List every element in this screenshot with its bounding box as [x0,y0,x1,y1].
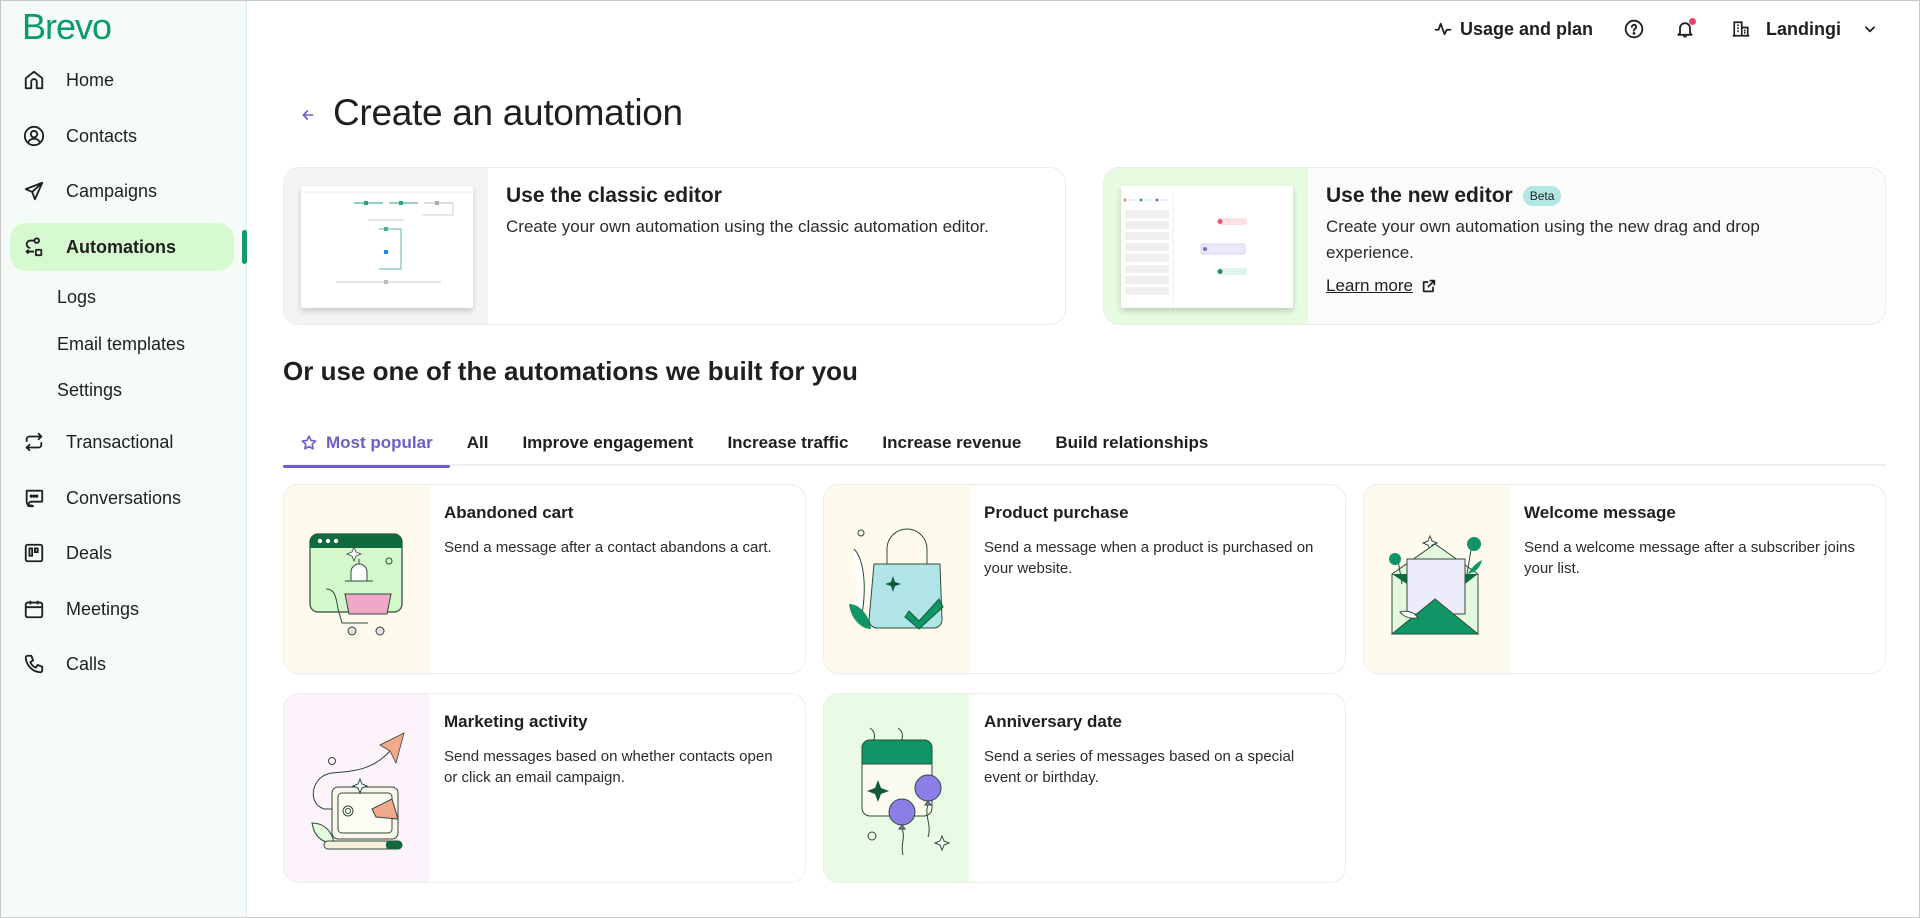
sidebar-item-home[interactable]: Home [10,56,234,104]
classic-editor-preview [284,168,488,324]
back-button[interactable] [296,103,320,127]
sidebar-item-conversations[interactable]: Conversations [10,474,234,522]
automation-card-anniversary-date[interactable]: Anniversary date Send a series of messag… [823,693,1346,883]
classic-editor-title: Use the classic editor [506,184,722,207]
sidebar-subitem-settings[interactable]: Settings [57,380,122,401]
calendar-balloons-illustration-icon [824,694,969,882]
send-icon [22,179,46,203]
tab-all[interactable]: All [450,420,506,466]
active-indicator [242,230,247,264]
deals-icon [22,541,46,565]
account-menu[interactable]: Landingi [1732,16,1877,42]
automations-icon [22,235,46,259]
sidebar-item-transactional[interactable]: Transactional [10,418,234,466]
learn-more-link[interactable]: Learn more [1326,276,1437,296]
envelope-illustration-icon [1364,485,1509,673]
card-title: Product purchase [984,503,1129,522]
sidebar-item-label: Campaigns [66,180,158,201]
sidebar-item-label: Conversations [66,487,182,508]
sidebar-item-label: Contacts [66,125,138,146]
card-description: Send messages based on whether contacts … [444,748,773,786]
transactional-icon [22,430,46,454]
star-icon [300,434,318,452]
sidebar-item-label: Home [66,69,115,90]
conversations-icon [22,486,46,510]
sidebar-item-label: Deals [66,542,113,563]
card-description: Send a message when a product is purchas… [984,539,1314,577]
home-icon [22,68,46,92]
shopping-bag-illustration-icon [824,485,969,673]
contacts-icon [22,124,46,148]
phone-icon [22,652,46,676]
section-title: Or use one of the automations we built f… [283,356,858,386]
category-tabs: Most popular All Improve engagement Incr… [283,420,1886,468]
sidebar-item-deals[interactable]: Deals [10,529,234,577]
usage-and-plan-button[interactable]: Usage and plan [1434,16,1593,42]
sidebar-item-label: Automations [66,236,176,257]
help-button[interactable] [1624,16,1644,42]
notification-dot [1689,18,1696,25]
sidebar-item-calls[interactable]: Calls [10,640,234,688]
card-title: Abandoned cart [444,503,574,522]
tab-most-popular[interactable]: Most popular [283,420,450,468]
sidebar-item-campaigns[interactable]: Campaigns [10,167,234,215]
new-editor-preview [1104,168,1308,324]
tab-increase-traffic[interactable]: Increase traffic [710,420,865,466]
sidebar-subitem-logs[interactable]: Logs [57,287,96,308]
calendar-icon [22,597,46,621]
classic-editor-description: Create your own automation using the cla… [506,217,989,236]
learn-more-label: Learn more [1326,276,1413,295]
sidebar-item-label: Transactional [66,431,174,452]
tab-label: Most popular [326,433,433,452]
sidebar-subitem-email-templates[interactable]: Email templates [57,334,185,355]
brevo-logo[interactable]: Brevo [22,6,112,48]
sidebar-item-label: Calls [66,653,107,674]
card-description: Send a welcome message after a subscribe… [1524,539,1855,577]
building-icon [1732,20,1750,38]
chevron-down-icon [1863,22,1877,36]
activity-icon [1434,20,1452,38]
sidebar-item-label: Meetings [66,598,140,619]
usage-label: Usage and plan [1460,18,1594,39]
new-editor-title: Use the new editor Beta [1326,184,1846,208]
tab-improve-engagement[interactable]: Improve engagement [505,420,710,466]
cart-illustration-icon [284,485,429,673]
notifications-button[interactable] [1675,16,1696,42]
page-title: Create an automation [333,92,683,133]
tab-increase-revenue[interactable]: Increase revenue [865,420,1038,466]
automation-card-abandoned-cart[interactable]: Abandoned cart Send a message after a co… [283,484,806,674]
beta-badge: Beta [1522,186,1562,206]
card-title: Marketing activity [444,712,588,731]
card-title: Welcome message [1524,503,1676,522]
account-name: Landingi [1766,18,1841,39]
tab-build-relationships[interactable]: Build relationships [1038,420,1225,466]
automation-card-marketing-activity[interactable]: Marketing activity Send messages based o… [283,693,806,883]
sidebar: Brevo Home Contacts Campaigns Automation… [0,0,247,918]
new-editor-description: Create your own automation using the new… [1326,217,1760,262]
arrow-left-icon [300,107,316,123]
megaphone-illustration-icon [284,694,429,882]
sidebar-item-meetings[interactable]: Meetings [10,585,234,633]
bell-icon [1675,18,1696,39]
external-link-icon [1421,278,1437,294]
automation-card-product-purchase[interactable]: Product purchase Send a message when a p… [823,484,1346,674]
sidebar-item-automations[interactable]: Automations [10,223,234,271]
classic-editor-card[interactable]: Use the classic editor Create your own a… [283,167,1066,325]
card-description: Send a message after a contact abandons … [444,539,772,556]
sidebar-item-contacts[interactable]: Contacts [10,112,234,160]
new-editor-card[interactable]: Use the new editor Beta Create your own … [1103,167,1886,325]
card-title: Anniversary date [984,712,1122,731]
help-icon [1624,19,1644,39]
automation-card-welcome-message[interactable]: Welcome message Send a welcome message a… [1363,484,1886,674]
card-description: Send a series of messages based on a spe… [984,748,1295,786]
